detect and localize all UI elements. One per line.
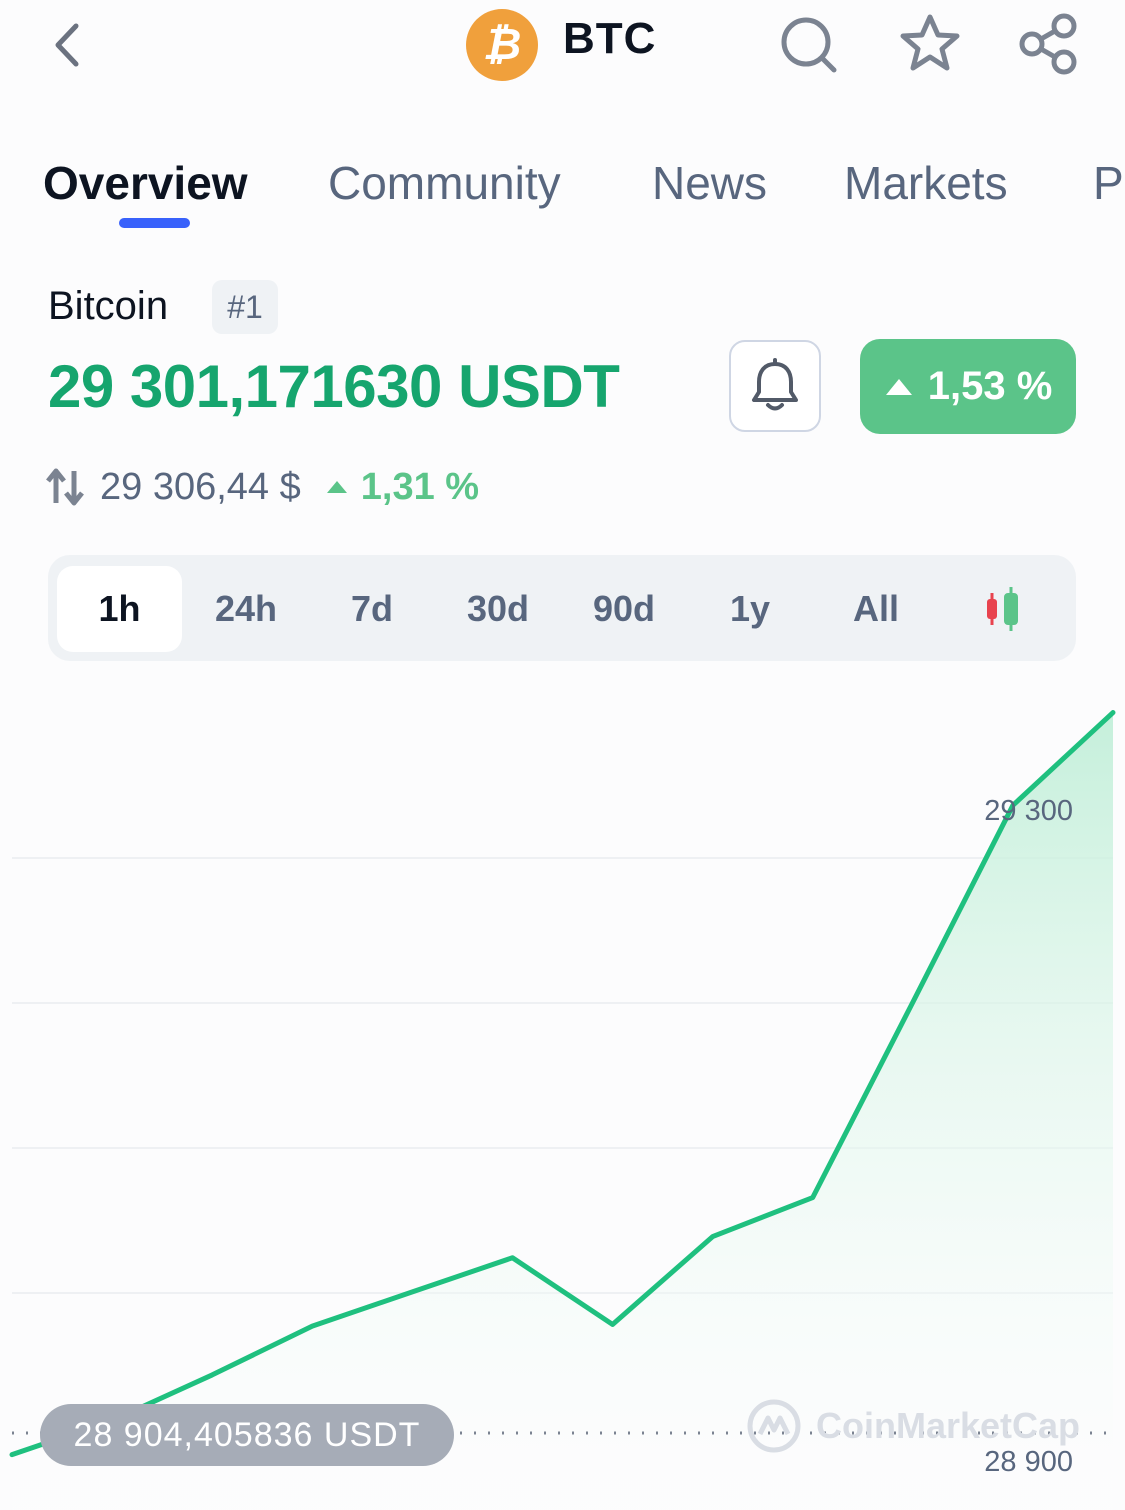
caret-up-icon — [326, 481, 347, 493]
tab-markets[interactable]: Markets — [844, 156, 1008, 210]
time-range-selector: 1h 24h 7d 30d 90d 1y All — [48, 555, 1076, 661]
tab-news[interactable]: News — [652, 156, 767, 210]
back-icon — [55, 23, 79, 67]
tab-community[interactable]: Community — [328, 156, 561, 210]
coin-symbol: BTC — [563, 14, 657, 63]
price-change-value: 1,53 % — [927, 364, 1053, 408]
current-price: 29 301,171630 USDT — [48, 353, 620, 420]
share-icon — [1019, 13, 1077, 75]
range-90d[interactable]: 90d — [562, 566, 686, 652]
range-1y[interactable]: 1y — [688, 566, 812, 652]
coinmarketcap-logo-icon — [747, 1399, 801, 1453]
search-icon — [781, 17, 837, 73]
candlestick-toggle[interactable] — [940, 566, 1064, 652]
range-7d[interactable]: 7d — [310, 566, 434, 652]
candlestick-icon — [987, 587, 1018, 631]
active-tab-indicator — [119, 218, 190, 228]
star-icon — [900, 14, 960, 71]
price-alert-button[interactable] — [729, 340, 821, 432]
coinmarketcap-watermark: CoinMarketCap — [746, 1398, 1080, 1454]
back-button[interactable] — [48, 20, 88, 75]
usd-price: 29 306,44 $ — [100, 465, 301, 508]
price-change-badge: 1,53 % — [860, 339, 1076, 434]
favorite-button[interactable] — [898, 12, 962, 76]
range-1h[interactable]: 1h — [57, 566, 182, 652]
tab-more[interactable]: P — [1093, 156, 1124, 210]
usd-change-value: 1,31 % — [360, 465, 480, 508]
caret-up-icon — [885, 378, 912, 395]
price-chart[interactable]: 29 300 28 900 — [0, 680, 1125, 1510]
y-tick-label: 29 300 — [984, 795, 1073, 827]
share-button[interactable] — [1018, 12, 1082, 76]
usd-change: 1,31 % — [325, 466, 479, 509]
range-all[interactable]: All — [814, 566, 938, 652]
low-price-tag: 28 904,405836 USDT — [40, 1404, 454, 1466]
coin-name: Bitcoin — [48, 284, 169, 328]
watermark-text: CoinMarketCap — [816, 1405, 1081, 1446]
range-24h[interactable]: 24h — [184, 566, 308, 652]
tab-overview[interactable]: Overview — [43, 156, 248, 210]
search-button[interactable] — [778, 12, 842, 76]
bitcoin-logo-icon: ₿ — [466, 9, 538, 81]
rank-badge: #1 — [212, 280, 278, 334]
bell-icon — [752, 358, 798, 411]
range-30d[interactable]: 30d — [436, 566, 560, 652]
usd-price-row: 29 306,44 $ 1,31 % — [46, 462, 479, 512]
tab-bar: Overview Community News Markets P — [0, 150, 1125, 240]
swap-arrows-icon[interactable] — [46, 467, 84, 507]
